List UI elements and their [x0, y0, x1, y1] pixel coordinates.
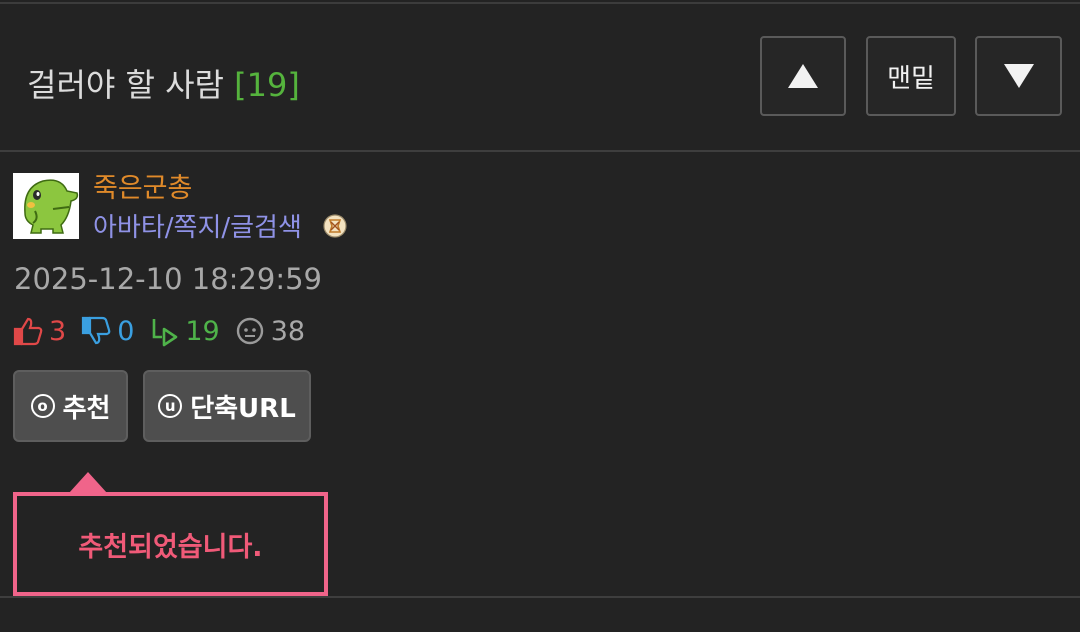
thumbs-up-icon — [13, 317, 43, 346]
title-text: 걸러야 할 사람 — [27, 66, 224, 104]
upvote-count: 3 — [49, 315, 67, 347]
share-count: 19 — [185, 315, 220, 347]
short-url-button[interactable]: u 단축URL — [143, 370, 311, 442]
recommend-label: 추천 — [62, 393, 111, 424]
scroll-bottom-button[interactable]: 맨밑 — [866, 36, 956, 116]
header-divider — [0, 150, 1080, 152]
short-url-label: 단축URL — [190, 393, 296, 424]
author-links[interactable]: 아바타/쪽지/글검색 — [93, 207, 302, 244]
avatar[interactable] — [13, 173, 79, 239]
view-count: 38 — [270, 315, 306, 347]
triangle-down-icon — [1003, 64, 1034, 88]
triangle-up-icon — [788, 64, 818, 88]
post-stats: 3 0 19 38 — [12, 313, 319, 349]
downvote-count: 0 — [117, 315, 135, 347]
page-title: 걸러야 할 사람 [19] — [27, 60, 300, 106]
short-url-circle-icon: u — [158, 394, 183, 418]
member-badge-icon — [323, 214, 347, 238]
recommend-circle-icon: o — [30, 394, 55, 418]
scroll-up-button[interactable] — [760, 36, 846, 116]
recommend-button[interactable]: o 추천 — [13, 370, 128, 442]
comment-count: [19] — [234, 66, 300, 104]
bottom-divider — [0, 596, 1080, 598]
scroll-down-button[interactable] — [975, 36, 1062, 116]
toast-arrow — [69, 472, 107, 493]
post-date: 2025-12-10 18:29:59 — [14, 262, 322, 296]
view-face-icon — [236, 317, 263, 345]
avatar-image — [13, 173, 79, 239]
author-name[interactable]: 죽은군총 — [93, 166, 192, 205]
recommend-toast: 추천되었습니다. — [13, 492, 328, 596]
thumbs-down-icon — [82, 316, 111, 345]
share-icon — [153, 319, 178, 347]
